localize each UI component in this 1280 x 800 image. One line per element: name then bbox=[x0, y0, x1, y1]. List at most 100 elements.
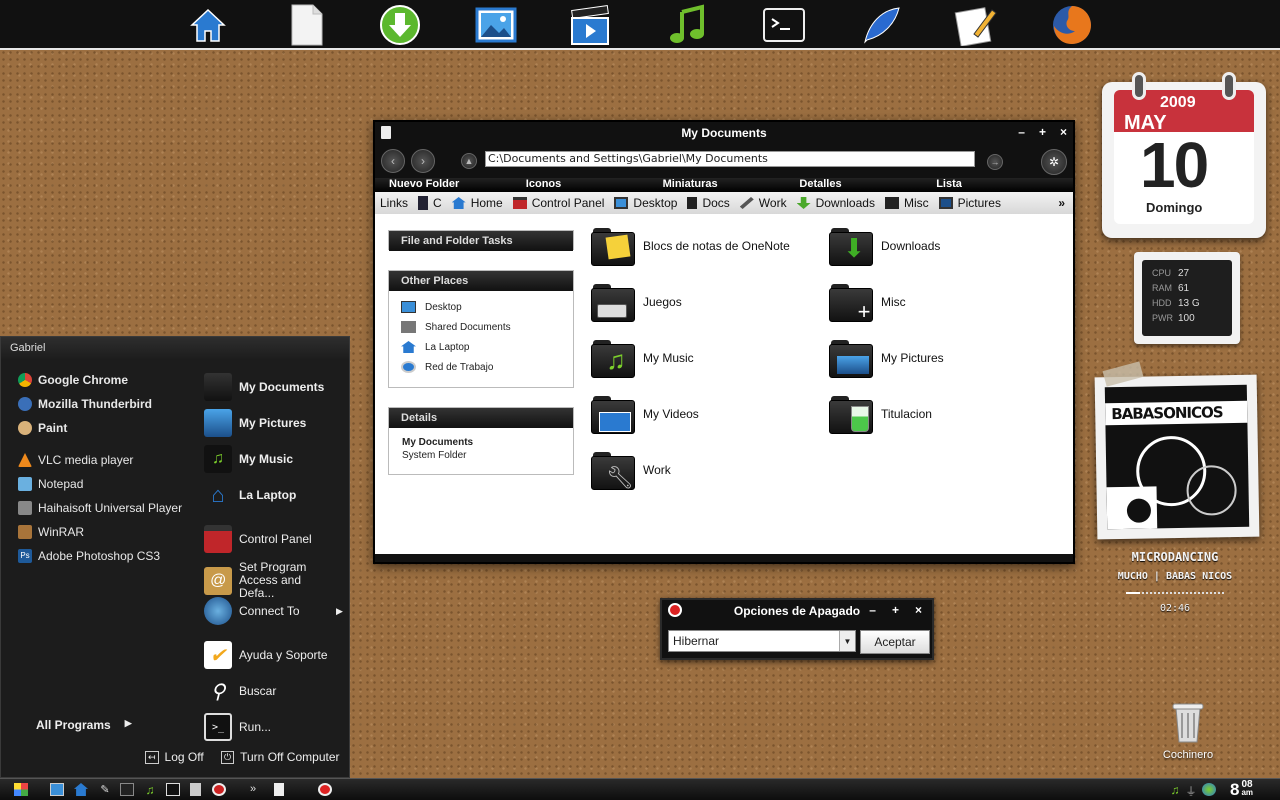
maximize-button[interactable]: + bbox=[1039, 125, 1046, 139]
start-item-winrar[interactable]: WinRAR bbox=[18, 525, 84, 539]
link-misc[interactable]: Misc bbox=[884, 196, 929, 210]
link-home[interactable]: Home bbox=[451, 196, 503, 210]
folder-item[interactable]: 🔧︎ Work bbox=[591, 450, 671, 490]
start-right-ayuda-soporte[interactable]: ✔ Ayuda y Soporte bbox=[204, 641, 328, 669]
link-work[interactable]: Work bbox=[739, 196, 787, 210]
file-folder-tasks-panel[interactable]: File and Folder Tasks bbox=[388, 230, 574, 251]
details-header[interactable]: Details bbox=[389, 408, 573, 428]
minimize-button[interactable]: – bbox=[1018, 125, 1025, 139]
folder-item[interactable]: ♫ My Music bbox=[591, 338, 694, 378]
more-links-chevron-icon[interactable]: » bbox=[1058, 196, 1065, 210]
shutdown-option-select[interactable]: Hibernar ▼ bbox=[668, 630, 856, 652]
start-right-set-program-access[interactable]: @ Set Program Access and Defa... bbox=[204, 561, 344, 600]
tray-network-icon[interactable] bbox=[1202, 783, 1216, 796]
link-downloads[interactable]: Downloads bbox=[796, 196, 875, 210]
start-right-run[interactable]: >_ Run... bbox=[204, 713, 271, 741]
view-details[interactable]: Detalles bbox=[799, 178, 936, 192]
link-control-panel[interactable]: Control Panel bbox=[512, 196, 604, 210]
address-input[interactable]: C:\Documents and Settings\Gabriel\My Doc… bbox=[485, 151, 975, 167]
folder-item[interactable]: + Misc bbox=[829, 282, 906, 324]
up-button[interactable]: ▲ bbox=[461, 153, 477, 169]
show-desktop-icon[interactable] bbox=[50, 783, 64, 796]
forward-button[interactable]: › bbox=[411, 149, 435, 173]
more-chevron-icon[interactable]: » bbox=[246, 783, 260, 796]
download-icon[interactable] bbox=[378, 3, 422, 47]
start-right-my-music[interactable]: ♫ My Music bbox=[204, 445, 293, 473]
home-icon[interactable] bbox=[186, 3, 230, 47]
place-la-laptop[interactable]: La Laptop bbox=[389, 337, 573, 357]
firefox-icon[interactable] bbox=[1050, 3, 1094, 47]
home-icon[interactable] bbox=[74, 783, 88, 796]
home-icon bbox=[401, 341, 416, 353]
close-button[interactable]: × bbox=[915, 603, 922, 617]
start-right-connect-to[interactable]: Connect To ▶ bbox=[204, 597, 343, 625]
start-item-notepad[interactable]: Notepad bbox=[18, 477, 83, 491]
block-icon[interactable] bbox=[212, 783, 226, 796]
start-item-photoshop[interactable]: Ps Adobe Photoshop CS3 bbox=[18, 549, 160, 563]
start-item-vlc[interactable]: VLC media player bbox=[18, 453, 133, 467]
go-button[interactable]: → bbox=[987, 154, 1003, 170]
pictures-icon[interactable] bbox=[474, 3, 518, 47]
log-off-button[interactable]: ↤ Log Off bbox=[145, 750, 204, 764]
music-icon[interactable] bbox=[666, 3, 710, 47]
trash-desktop-icon[interactable]: Cochinero bbox=[1160, 698, 1216, 766]
link-pictures[interactable]: Pictures bbox=[938, 196, 1001, 210]
place-shared-documents[interactable]: Shared Documents bbox=[389, 317, 573, 337]
settings-gear-icon[interactable]: ✲ bbox=[1041, 149, 1067, 175]
start-item-haihaisoft[interactable]: Haihaisoft Universal Player bbox=[18, 501, 182, 515]
shutdown-task-button[interactable] bbox=[318, 783, 332, 796]
pen-icon[interactable]: ✎ bbox=[98, 783, 112, 796]
link-c[interactable]: C bbox=[418, 196, 442, 210]
shutdown-titlebar[interactable]: Opciones de Apagado – + × bbox=[662, 600, 932, 622]
start-right-my-pictures[interactable]: My Pictures bbox=[204, 409, 306, 437]
folder-icon[interactable] bbox=[120, 783, 134, 796]
view-list[interactable]: Lista bbox=[936, 178, 1073, 192]
start-right-control-panel[interactable]: Control Panel bbox=[204, 525, 312, 553]
start-item-chrome[interactable]: Google Chrome bbox=[18, 373, 128, 387]
start-right-la-laptop[interactable]: ⌂ La Laptop bbox=[204, 481, 296, 509]
accept-button[interactable]: Aceptar bbox=[860, 630, 930, 654]
taskbar-clock[interactable]: 8 08 am bbox=[1230, 780, 1253, 799]
video-icon[interactable] bbox=[568, 3, 612, 47]
tray-volume-icon[interactable]: ⏚ bbox=[1184, 783, 1198, 798]
explorer-titlebar[interactable]: My Documents – + × bbox=[375, 122, 1073, 144]
link-desktop[interactable]: Desktop bbox=[614, 196, 677, 210]
turn-off-button[interactable]: ⏻ Turn Off Computer bbox=[221, 750, 340, 764]
tray-music-icon[interactable]: ♫ bbox=[1168, 783, 1182, 797]
all-programs-button[interactable]: All Programs ▶ bbox=[36, 718, 132, 732]
start-right-buscar[interactable]: ⚲ Buscar bbox=[204, 677, 277, 705]
link-docs[interactable]: Docs bbox=[687, 196, 730, 210]
feather-icon[interactable] bbox=[858, 3, 902, 47]
folder-item[interactable]: ⬇ Downloads bbox=[829, 226, 940, 266]
start-right-my-documents[interactable]: My Documents bbox=[204, 373, 324, 401]
view-thumbnails[interactable]: Miniaturas bbox=[663, 178, 800, 192]
minimize-button[interactable]: – bbox=[869, 603, 876, 617]
document-icon[interactable] bbox=[284, 3, 328, 47]
folder-label: My Pictures bbox=[881, 351, 944, 365]
place-desktop[interactable]: Desktop bbox=[389, 297, 573, 317]
view-new-folder[interactable]: Nuevo Folder bbox=[389, 178, 526, 192]
other-places-header[interactable]: Other Places bbox=[389, 271, 573, 291]
file-folder-tasks-header[interactable]: File and Folder Tasks bbox=[389, 231, 573, 251]
notepad-icon[interactable] bbox=[954, 3, 998, 47]
chevron-down-icon[interactable]: ▼ bbox=[839, 631, 855, 651]
terminal-icon[interactable] bbox=[166, 783, 180, 796]
folder-item[interactable]: My Videos bbox=[591, 394, 699, 434]
close-button[interactable]: × bbox=[1060, 125, 1067, 139]
maximize-button[interactable]: + bbox=[892, 603, 899, 617]
folder-item[interactable]: Juegos bbox=[591, 282, 682, 322]
view-icons[interactable]: Iconos bbox=[526, 178, 663, 192]
start-item-thunderbird[interactable]: Mozilla Thunderbird bbox=[18, 397, 152, 411]
place-red-de-trabajo[interactable]: Red de Trabajo bbox=[389, 357, 573, 377]
start-button[interactable] bbox=[14, 783, 28, 796]
explorer-task-button[interactable] bbox=[274, 783, 284, 796]
terminal-icon[interactable] bbox=[762, 3, 806, 47]
trash-icon[interactable] bbox=[190, 783, 201, 796]
music-icon[interactable]: ♫ bbox=[143, 783, 157, 797]
folder-item[interactable]: Blocs de notas de OneNote bbox=[591, 226, 790, 266]
folder-item[interactable]: Titulacion bbox=[829, 394, 932, 434]
back-button[interactable]: ‹ bbox=[381, 149, 405, 173]
start-item-paint[interactable]: Paint bbox=[18, 421, 67, 435]
track-progress[interactable] bbox=[1126, 592, 1224, 594]
folder-item[interactable]: My Pictures bbox=[829, 338, 944, 378]
